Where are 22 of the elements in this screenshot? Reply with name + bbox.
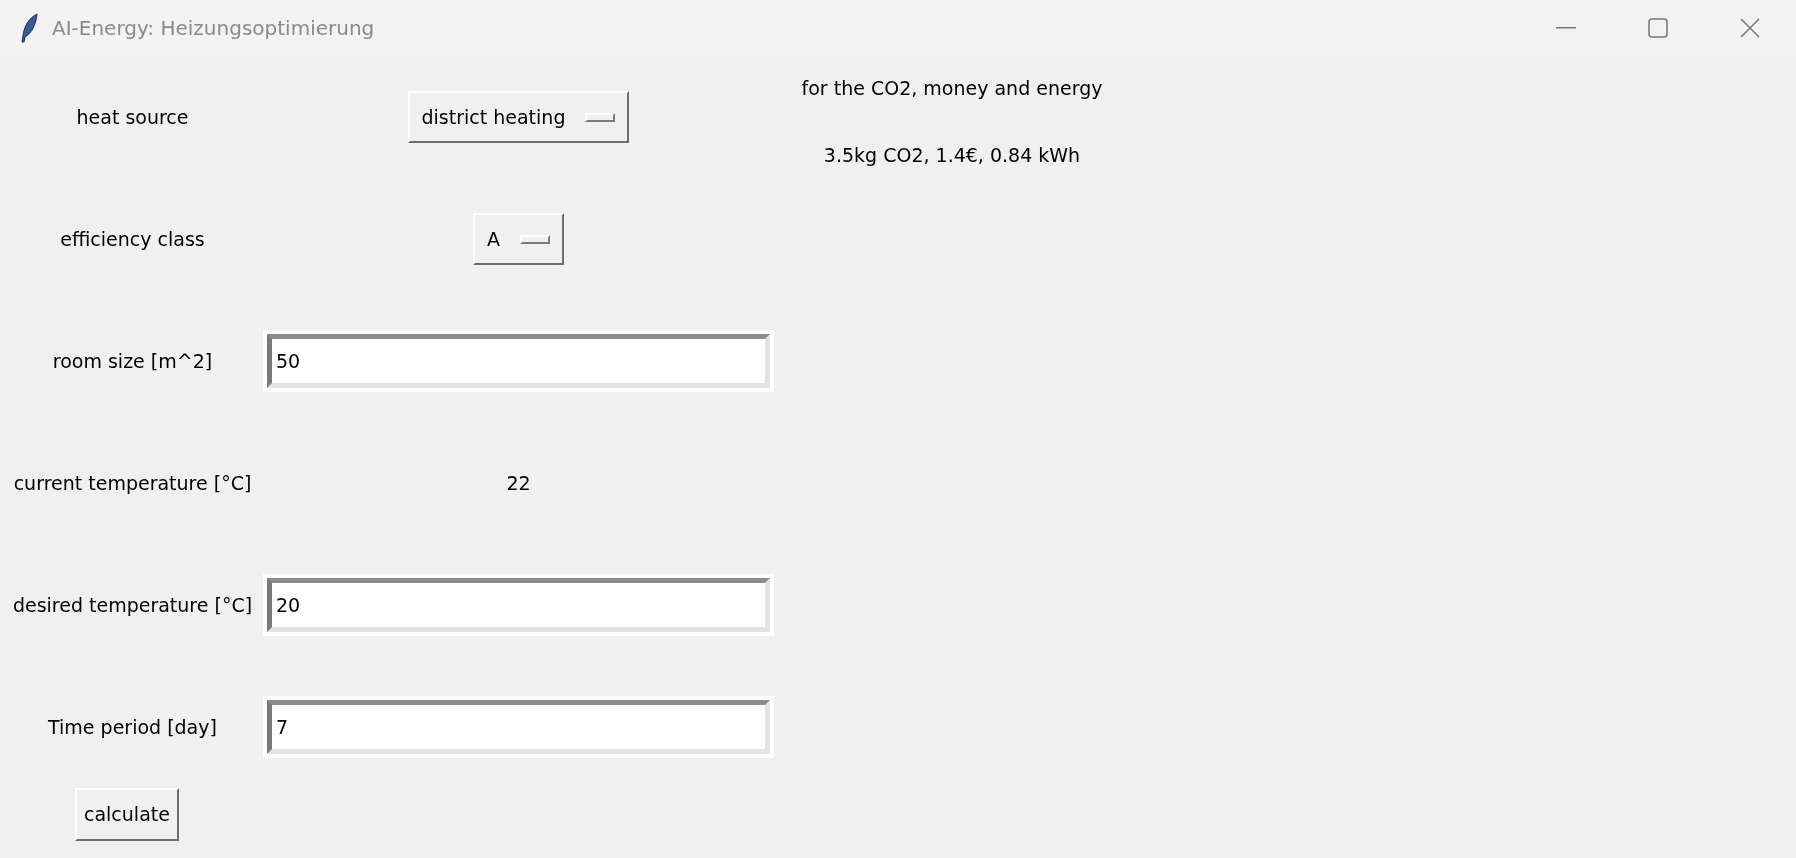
indicator-icon — [520, 234, 550, 244]
dropdown-button[interactable]: A — [473, 213, 564, 265]
close-icon — [1740, 18, 1760, 38]
feather-icon — [19, 12, 41, 44]
input-field[interactable]: 50 — [267, 334, 770, 388]
result-heading: for the CO2, money and energy — [801, 76, 1103, 101]
field-label: efficiency class — [60, 226, 205, 252]
field-label: current temperature [°C] — [13, 470, 252, 496]
calculate-button[interactable]: calculate — [75, 788, 179, 841]
window-title: AI-Energy: Heizungsoptimierung — [52, 15, 375, 42]
dropdown-button[interactable]: district heating — [407, 91, 630, 143]
temperature-value: 22 — [506, 470, 531, 496]
input-field[interactable]: 7 — [267, 700, 770, 754]
field-label: Time period [day] — [48, 714, 217, 740]
field-label: desired temperature [°C] — [12, 592, 253, 618]
maximize-icon — [1648, 18, 1668, 38]
field-label: heat source — [76, 104, 189, 130]
input-field[interactable]: 20 — [267, 578, 770, 632]
minimize-icon — [1556, 27, 1576, 29]
field-label: room size [m^2] — [52, 348, 213, 374]
result-value: 3.5kg CO2, 1.4€, 0.84 kWh — [823, 142, 1081, 168]
indicator-icon — [585, 112, 616, 122]
